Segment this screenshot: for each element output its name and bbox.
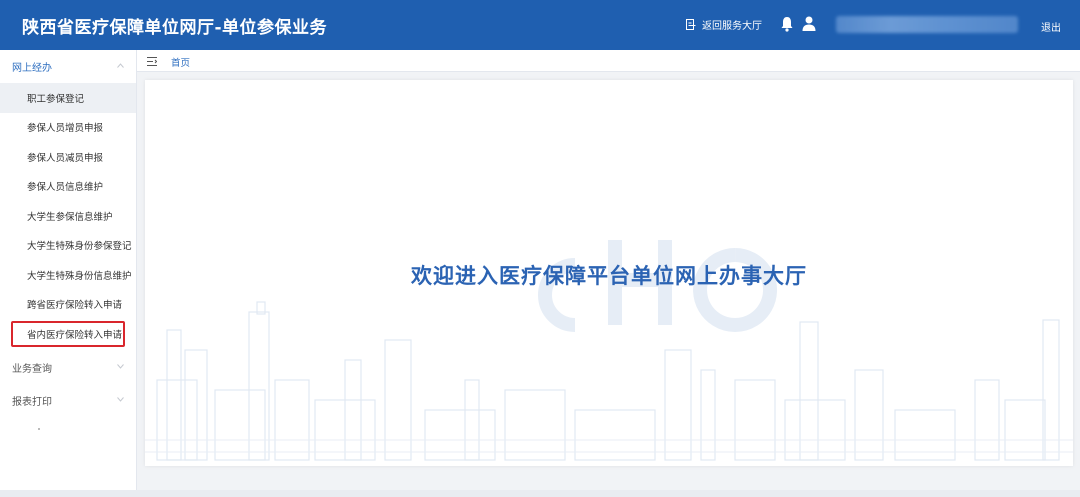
return-to-service-hall-link[interactable]: 返回服务大厅 <box>686 17 762 32</box>
bell-icon[interactable] <box>780 16 794 32</box>
app-title: 陕西省医疗保障单位网厅-单位参保业务 <box>22 18 328 38</box>
sidebar: 网上经办 职工参保登记 参保人员增员申报 参保人员减员申报 参保人员信息维护 大… <box>0 50 137 490</box>
main-content: 首页 欢迎进入医疗保障平台单位网上办事大厅 <box>137 50 1080 490</box>
logout-button[interactable]: 退出 <box>1041 19 1061 34</box>
menu-group-report-print[interactable]: 报表打印 <box>0 384 136 417</box>
sidebar-item-student-special-registration[interactable]: 大学生特殊身份参保登记 <box>0 231 136 261</box>
sidebar-item-intraprovince-transfer[interactable]: 省内医疗保险转入申请 <box>11 321 125 347</box>
decorative-dot <box>38 428 40 430</box>
sidebar-item-student-special-info[interactable]: 大学生特殊身份信息维护 <box>0 260 136 290</box>
user-icon[interactable] <box>802 16 816 31</box>
document-return-icon <box>686 19 696 30</box>
chevron-down-icon <box>117 364 124 369</box>
menu-group-label: 网上经办 <box>12 63 52 74</box>
menu-group-label: 业务查询 <box>12 364 52 375</box>
top-header: 陕西省医疗保障单位网厅-单位参保业务 返回服务大厅 退出 <box>0 0 1080 50</box>
sidebar-item-add-insured[interactable]: 参保人员增员申报 <box>0 113 136 143</box>
sidebar-item-interprovince-transfer[interactable]: 跨省医疗保险转入申请 <box>0 290 136 320</box>
sidebar-item-insured-info[interactable]: 参保人员信息维护 <box>0 172 136 202</box>
sidebar-item-employee-registration[interactable]: 职工参保登记 <box>0 83 136 113</box>
username-redacted <box>836 16 1018 33</box>
welcome-panel: 欢迎进入医疗保障平台单位网上办事大厅 <box>145 80 1073 466</box>
chevron-up-icon <box>117 63 124 68</box>
breadcrumb: 首页 <box>137 50 1080 72</box>
chevron-down-icon <box>117 397 124 402</box>
bottom-strip <box>0 490 1080 497</box>
breadcrumb-home[interactable]: 首页 <box>171 55 190 69</box>
menu-group-business-query[interactable]: 业务查询 <box>0 351 136 384</box>
sidebar-item-reduce-insured[interactable]: 参保人员减员申报 <box>0 142 136 172</box>
welcome-message: 欢迎进入医疗保障平台单位网上办事大厅 <box>411 264 807 288</box>
menu-toggle-icon[interactable] <box>147 57 157 66</box>
menu-group-label: 报表打印 <box>12 397 52 408</box>
sidebar-item-student-info[interactable]: 大学生参保信息维护 <box>0 201 136 231</box>
menu-group-online-handling[interactable]: 网上经办 <box>0 50 136 83</box>
return-link-label: 返回服务大厅 <box>702 21 762 32</box>
